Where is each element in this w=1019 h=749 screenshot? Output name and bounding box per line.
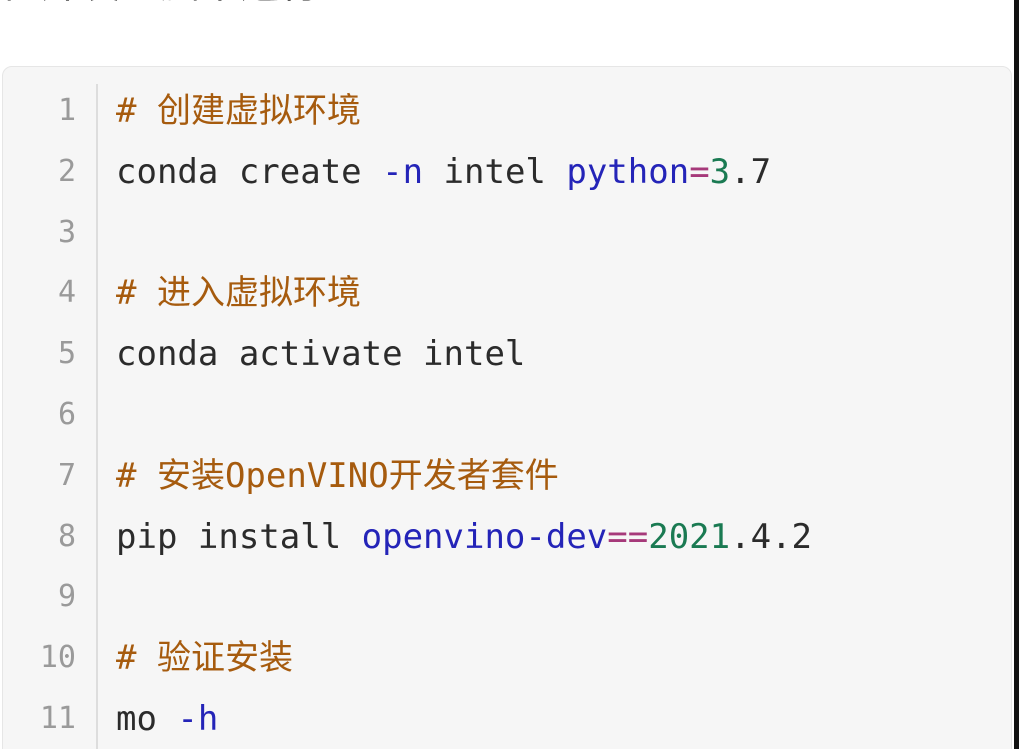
line-number: 10 [39,640,76,676]
line-number: 4 [57,275,76,311]
code-token-kw: -h [177,699,219,739]
code-token-kw: python [566,151,690,192]
code-token-plain: intel [423,151,567,192]
code-text: conda activate intel [116,332,525,376]
code-text: mo -h [116,697,218,741]
code-line: 2 conda create -n intel python=3.7 [0,150,1000,194]
code-token-op: = [689,151,710,192]
line-number: 3 [57,214,76,250]
code-line: 1 # 创建虚拟环境 [0,89,1000,133]
code-token-plain: conda activate intel [116,334,526,375]
code-line: 8 pip install openvino-dev==2021.4.2 [0,515,1000,559]
code-token-plain: pip install [116,516,362,557]
line-number: 2 [57,153,76,189]
code-token-kw: -n [382,151,424,192]
code-text: # 进入虚拟环境 [116,271,361,315]
section-heading: 在开发电脑中运行 [0,0,320,12]
code-token-plain: mo [116,699,178,739]
code-line: 9 [0,575,1000,619]
code-token-plain: .4.2 [730,516,813,557]
line-number: 9 [57,579,76,615]
line-number: 8 [57,518,76,554]
line-number: 7 [57,457,76,493]
line-number: 6 [57,397,76,432]
window-edge [1014,0,1019,749]
code-line: 5 conda activate intel [0,332,1000,376]
code-token-comment: # 创建虚拟环境 [116,91,361,131]
code-text: # 验证安装 [116,636,293,680]
code-token-plain: .7 [730,151,772,192]
code-token-num: 3 [709,151,731,192]
code-line: 10 # 验证安装 [0,636,1000,680]
code-token-op: == [607,516,649,557]
code-line: 11 mo -h [0,697,1000,741]
code-token-num: 2021 [648,516,731,557]
code-token-comment: # 进入虚拟环境 [116,273,361,314]
code-line: 3 [0,211,1000,255]
code-token-comment: # 安装OpenVINO开发者套件 [116,455,559,496]
code-line: 7 # 安装OpenVINO开发者套件 [0,454,1000,498]
line-number: 11 [39,701,76,736]
line-number: 1 [57,93,76,128]
code-line: 4 # 进入虚拟环境 [0,271,1000,315]
code-token-plain: conda create [116,151,383,192]
code-token-kw: openvino-dev [361,516,608,557]
code-text: pip install openvino-dev==2021.4.2 [116,515,812,559]
code-text: # 创建虚拟环境 [116,89,361,133]
code-text: # 安装OpenVINO开发者套件 [116,454,559,498]
line-number: 5 [57,336,76,372]
code-line: 6 [0,393,1000,437]
page: 在开发电脑中运行 1 # 创建虚拟环境 2 conda create -n intel… [0,0,1019,749]
code-text: conda create -n intel python=3.7 [116,150,771,194]
code-token-comment: # 验证安装 [116,638,293,679]
